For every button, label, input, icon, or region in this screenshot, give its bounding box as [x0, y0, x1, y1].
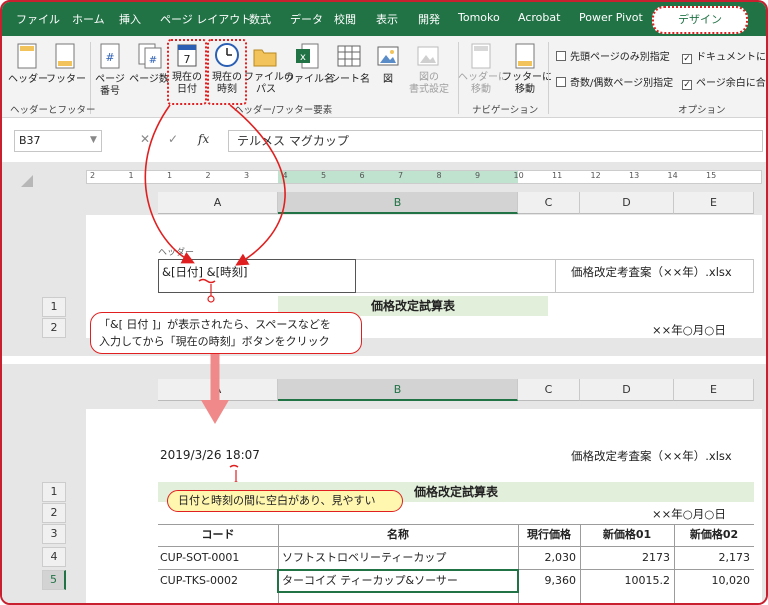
arrow-date-to-header [144, 104, 195, 264]
screenshot-frame: ファイル ホーム 挿入 ページ レイアウト 数式 データ 校閲 表示 開発 To… [0, 0, 768, 605]
arrow-time-to-header [229, 104, 286, 266]
annotation-arrows [144, 104, 286, 424]
arrow-down-head [201, 400, 229, 424]
